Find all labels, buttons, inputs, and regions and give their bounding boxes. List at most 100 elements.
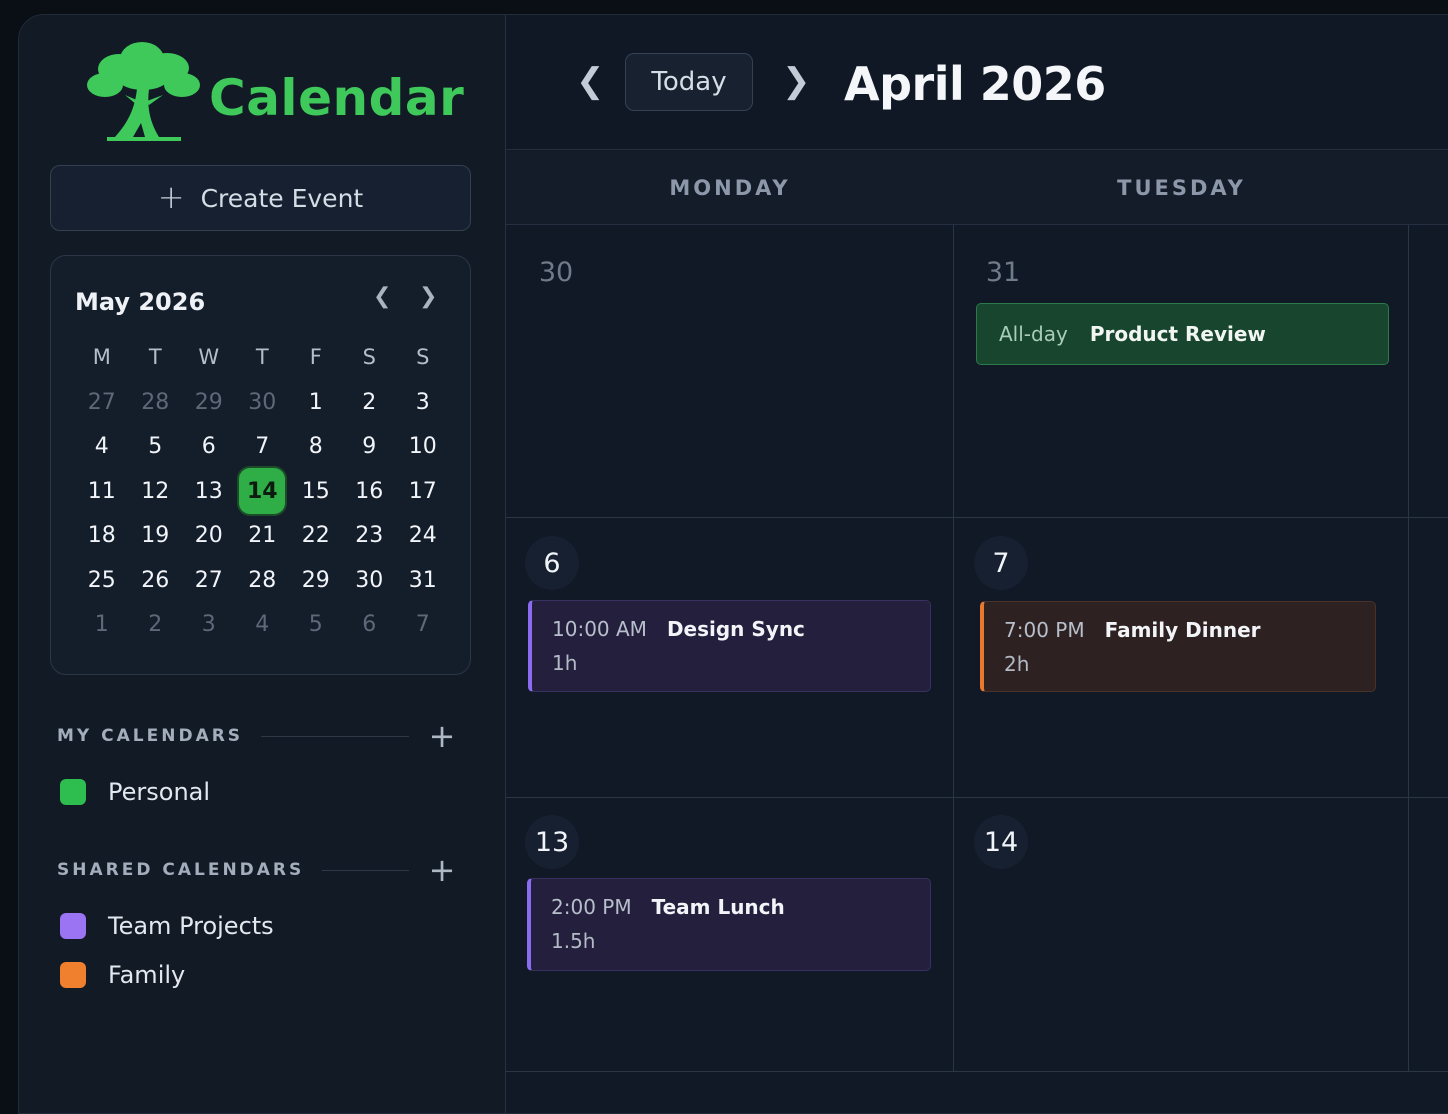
weekday-header: MONDAY TUESDAY bbox=[506, 151, 1448, 225]
mini-day[interactable]: 5 bbox=[289, 603, 343, 648]
mini-day[interactable]: 4 bbox=[236, 603, 290, 648]
event-title: Family Dinner bbox=[1104, 618, 1261, 642]
mini-day[interactable]: 26 bbox=[129, 558, 183, 603]
tree-logo-icon bbox=[87, 42, 200, 141]
my-calendars-label: MY CALENDARS bbox=[57, 726, 244, 746]
mini-day[interactable]: 28 bbox=[129, 380, 183, 425]
day-number: 6 bbox=[525, 536, 579, 590]
mini-day[interactable]: 27 bbox=[75, 380, 129, 425]
mini-day[interactable]: 9 bbox=[343, 425, 397, 470]
mini-day[interactable]: 19 bbox=[129, 514, 183, 559]
mini-day[interactable]: 12 bbox=[129, 469, 183, 514]
calendar-app: Calendar + Create Event May 2026 ❮ ❯ M T W… bbox=[18, 14, 1448, 1114]
mini-day-number: 30 bbox=[248, 389, 277, 415]
calendar-color-swatch[interactable] bbox=[60, 913, 86, 939]
mini-day[interactable]: 17 bbox=[396, 469, 450, 514]
mini-day[interactable]: 30 bbox=[343, 558, 397, 603]
add-calendar-icon[interactable]: + bbox=[427, 720, 457, 752]
mini-day-number: 3 bbox=[201, 612, 216, 638]
day-cell[interactable]: 6 10:00 AM Design Sync 1h bbox=[506, 518, 954, 797]
mini-day[interactable]: 21 bbox=[236, 514, 290, 559]
event-duration: 1.5h bbox=[551, 929, 596, 953]
day-number: 31 bbox=[985, 256, 1021, 288]
mini-day[interactable]: 25 bbox=[75, 558, 129, 603]
calendar-item[interactable]: Team Projects bbox=[60, 911, 274, 941]
calendar-color-swatch[interactable] bbox=[60, 962, 86, 988]
shared-calendars-header: SHARED CALENDARS + bbox=[57, 854, 457, 886]
mini-day[interactable]: 15 bbox=[289, 469, 343, 514]
month-title: April 2026 bbox=[844, 57, 1106, 111]
mini-day[interactable]: 22 bbox=[289, 514, 343, 559]
mini-day[interactable]: 4 bbox=[75, 425, 129, 470]
mini-day-number: 10 bbox=[408, 434, 437, 460]
mini-weekday-label: S bbox=[416, 345, 430, 369]
mini-calendar: May 2026 ❮ ❯ M T W T F S S 27 28 29 30 1 2 3 4 5 6 7 8 9 10 1… bbox=[50, 255, 471, 675]
mini-day[interactable]: 1 bbox=[75, 603, 129, 648]
day-cell[interactable]: 14 bbox=[954, 798, 1409, 1071]
weekday-monday: MONDAY bbox=[669, 176, 791, 200]
mini-day[interactable]: 20 bbox=[182, 514, 236, 559]
mini-day[interactable]: 11 bbox=[75, 469, 129, 514]
mini-day[interactable]: 10 bbox=[396, 425, 450, 470]
mini-day-number: 19 bbox=[141, 523, 170, 549]
chevron-left-icon[interactable]: ❮ bbox=[576, 61, 605, 101]
mini-day[interactable]: 29 bbox=[289, 558, 343, 603]
mini-day[interactable]: 8 bbox=[289, 425, 343, 470]
event-design-sync[interactable]: 10:00 AM Design Sync 1h bbox=[528, 600, 931, 692]
all-day-tag: All-day bbox=[999, 322, 1068, 346]
mini-day[interactable]: 5 bbox=[129, 425, 183, 470]
my-calendars-header: MY CALENDARS + bbox=[57, 720, 457, 752]
all-day-event[interactable]: All-day Product Review bbox=[976, 303, 1389, 365]
mini-day-number: 29 bbox=[194, 389, 223, 415]
mini-day[interactable]: 28 bbox=[236, 558, 290, 603]
event-team-lunch[interactable]: 2:00 PM Team Lunch 1.5h bbox=[527, 878, 931, 971]
mini-day[interactable]: 18 bbox=[75, 514, 129, 559]
mini-day[interactable]: 27 bbox=[182, 558, 236, 603]
mini-day[interactable]: 3 bbox=[396, 380, 450, 425]
mini-day-selected[interactable]: 14 bbox=[236, 468, 290, 515]
chevron-right-icon[interactable]: ❯ bbox=[782, 61, 811, 101]
event-duration: 2h bbox=[1004, 652, 1030, 676]
day-cell[interactable] bbox=[1409, 798, 1448, 1071]
mini-day[interactable]: 16 bbox=[343, 469, 397, 514]
mini-day-number: 1 bbox=[308, 389, 323, 415]
mini-day-number: 12 bbox=[141, 478, 170, 504]
today-button[interactable]: Today bbox=[625, 53, 753, 111]
add-shared-calendar-icon[interactable]: + bbox=[427, 854, 457, 886]
mini-day[interactable]: 7 bbox=[396, 603, 450, 648]
calendar-color-swatch[interactable] bbox=[60, 779, 86, 805]
mini-day[interactable]: 6 bbox=[182, 425, 236, 470]
day-cell[interactable] bbox=[1409, 518, 1448, 797]
mini-day[interactable]: 13 bbox=[182, 469, 236, 514]
mini-day-number: 23 bbox=[355, 523, 384, 549]
mini-day-number: 18 bbox=[87, 523, 116, 549]
chevron-right-icon[interactable]: ❯ bbox=[419, 284, 437, 309]
mini-day[interactable]: 30 bbox=[236, 380, 290, 425]
mini-day-number: 4 bbox=[255, 612, 270, 638]
shared-calendars-label: SHARED CALENDARS bbox=[57, 860, 305, 880]
mini-day[interactable]: 29 bbox=[182, 380, 236, 425]
day-cell[interactable]: 31 All-day Product Review bbox=[954, 225, 1409, 517]
mini-day[interactable]: 1 bbox=[289, 380, 343, 425]
mini-day[interactable]: 3 bbox=[182, 603, 236, 648]
mini-day[interactable]: 24 bbox=[396, 514, 450, 559]
brand[interactable]: Calendar bbox=[85, 39, 464, 143]
chevron-left-icon[interactable]: ❮ bbox=[373, 284, 391, 309]
calendar-item[interactable]: Family bbox=[60, 960, 185, 990]
event-family-dinner[interactable]: 7:00 PM Family Dinner 2h bbox=[980, 601, 1376, 692]
mini-day-number: 7 bbox=[255, 434, 270, 460]
mini-day[interactable]: 2 bbox=[343, 380, 397, 425]
day-cell[interactable]: 7 7:00 PM Family Dinner 2h bbox=[954, 518, 1409, 797]
mini-weekday-label: S bbox=[362, 345, 376, 369]
calendar-item[interactable]: Personal bbox=[60, 777, 210, 807]
day-cell[interactable]: 30 bbox=[506, 225, 954, 517]
mini-day[interactable]: 7 bbox=[236, 425, 290, 470]
mini-day[interactable]: 6 bbox=[343, 603, 397, 648]
day-cell[interactable]: 13 2:00 PM Team Lunch 1.5h bbox=[506, 798, 954, 1071]
day-cell[interactable] bbox=[1409, 225, 1448, 517]
create-event-button[interactable]: + Create Event bbox=[50, 165, 471, 231]
mini-day[interactable]: 23 bbox=[343, 514, 397, 559]
mini-day-number: 5 bbox=[308, 612, 323, 638]
mini-day[interactable]: 2 bbox=[129, 603, 183, 648]
mini-day[interactable]: 31 bbox=[396, 558, 450, 603]
